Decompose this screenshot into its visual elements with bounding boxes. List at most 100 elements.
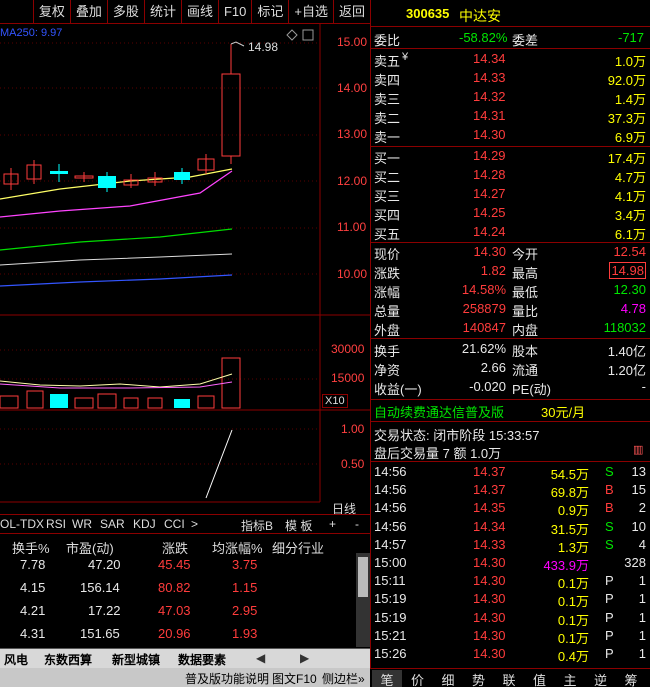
- sector-tab-xinxingchengzhen[interactable]: 新型城镇: [112, 651, 160, 668]
- chart-icon[interactable]: ▥: [633, 443, 643, 456]
- tick-row[interactable]: 14:56 14.34 31.5万 S 10: [371, 519, 650, 537]
- ind-tab-zhibiaob[interactable]: 指标B: [241, 517, 273, 534]
- ma-line-250: [0, 274, 233, 287]
- toolbar-fuquan[interactable]: 复权: [32, 0, 70, 24]
- detail-tab[interactable]: 值: [525, 670, 555, 687]
- toolbar-add-watchlist[interactable]: +自选: [288, 0, 333, 24]
- detail-tab[interactable]: 价: [403, 670, 433, 687]
- bid-row[interactable]: 买三 14.27 4.1万: [371, 186, 650, 204]
- sector-tab-fengdian[interactable]: 风电: [4, 651, 28, 668]
- col-avg-change[interactable]: 均涨幅%: [212, 538, 263, 557]
- sector-tab-dongshuxisuan[interactable]: 东数西算: [44, 651, 92, 668]
- tick-row[interactable]: 15:21 14.30 0.1万 P 1: [371, 628, 650, 646]
- tick-row[interactable]: 14:56 14.37 69.8万 B 15: [371, 482, 650, 500]
- tick-row[interactable]: 15:19 14.30 0.1万 P 1: [371, 591, 650, 609]
- detail-tab[interactable]: 势: [464, 670, 494, 687]
- col-change[interactable]: 涨跌: [162, 538, 188, 557]
- ind-tab-more[interactable]: >: [191, 517, 198, 531]
- ind-tab-kdj[interactable]: KDJ: [133, 517, 156, 531]
- bid-row[interactable]: 买五 14.24 6.1万: [371, 224, 650, 242]
- weibi-row: 委比 -58.82% 委差 -717: [374, 30, 645, 48]
- stat-row: 涨幅 14.58% 最低 12.30: [374, 282, 646, 300]
- table-row[interactable]: 4.15 156.14 80.82 1.15: [0, 580, 356, 600]
- ask-row[interactable]: 卖四 14.33 92.0万: [371, 70, 650, 88]
- detail-tab[interactable]: 联: [494, 670, 524, 687]
- toolbar-back[interactable]: 返回: [332, 0, 370, 24]
- price-axis-10: 10.00: [337, 267, 368, 281]
- col-turnover[interactable]: 换手%: [12, 538, 50, 557]
- stat2-row: 净资 2.66 流通 1.20亿: [374, 360, 646, 378]
- status-sidebar-link[interactable]: 侧边栏»: [322, 670, 365, 687]
- detail-tab[interactable]: 筹: [616, 670, 646, 687]
- col-pe[interactable]: 市盈(动): [66, 538, 114, 557]
- stock-code: 300635: [406, 6, 450, 21]
- ind-tab-wr[interactable]: WR: [72, 517, 92, 531]
- quote-header: 300635 中达安: [371, 6, 650, 24]
- price-axis-15: 15.00: [337, 35, 368, 49]
- indicator-tabs: OL-TDX RSI WR SAR KDJ CCI > 指标B 模 板 + -: [0, 514, 370, 534]
- toolbar-tongji[interactable]: 统计: [143, 0, 181, 24]
- kline-chart-area[interactable]: MA250: 9.97 14.98 15.00 14.00 13.00 12.0…: [0, 24, 370, 516]
- tick-row[interactable]: 15:26 14.30 0.4万 P 1: [371, 646, 650, 664]
- price-axis-11: 11.00: [337, 220, 367, 234]
- kline-svg: [0, 24, 370, 503]
- chart-toolbar: 复权 叠加 多股 统计 画线 F10 标记 +自选 返回: [0, 0, 370, 24]
- tick-row[interactable]: 15:00 14.30 433.9万 328: [371, 555, 650, 573]
- tick-row[interactable]: 14:56 14.35 0.9万 B 2: [371, 500, 650, 518]
- price-axis-14: 14.00: [337, 81, 368, 95]
- stat2-row: 换手 21.62% 股本 1.40亿: [374, 341, 646, 359]
- ask-row[interactable]: 卖五 ¥14.34 1.0万: [371, 51, 650, 69]
- toolbar-diejia[interactable]: 叠加: [69, 0, 107, 24]
- ask-row[interactable]: 卖三 14.32 1.4万: [371, 89, 650, 107]
- sector-tab-shujuyaosu[interactable]: 数据要素: [178, 651, 226, 668]
- ind-tab-template[interactable]: 模 板: [285, 517, 312, 534]
- detail-tab[interactable]: 逆: [586, 670, 616, 687]
- tick-row[interactable]: 15:19 14.30 0.1万 P 1: [371, 610, 650, 628]
- ind-tab-cci[interactable]: CCI: [164, 517, 185, 531]
- ind-tab-minus[interactable]: -: [355, 517, 359, 531]
- ind-axis-1: 1.00: [341, 422, 365, 436]
- col-industry[interactable]: 细分行业: [272, 538, 324, 557]
- toolbar-f10[interactable]: F10: [217, 0, 251, 24]
- detail-tab[interactable]: 细: [433, 670, 463, 687]
- ind-tab-tdx[interactable]: OL-TDX: [0, 517, 44, 531]
- toolbar-huaxian[interactable]: 画线: [180, 0, 218, 24]
- sector-tabs: 风电 东数西算 新型城镇 数据要素 ◀ ▶: [0, 648, 370, 668]
- scroll-right-icon[interactable]: ▶: [300, 651, 309, 665]
- vol-unit-label: X10: [322, 394, 348, 408]
- tick-row[interactable]: 14:56 14.37 54.5万 S 13: [371, 464, 650, 482]
- stat-row: 现价 14.30 今开 12.54: [374, 244, 646, 262]
- detail-tab[interactable]: 笔: [372, 670, 402, 687]
- table-row[interactable]: 7.78 47.20 45.45 3.75: [0, 557, 356, 577]
- status-help-link[interactable]: 普及版功能说明: [185, 670, 269, 687]
- ask-row[interactable]: 卖二 14.31 37.3万: [371, 108, 650, 126]
- bid-row[interactable]: 买四 14.25 3.4万: [371, 205, 650, 223]
- bid-row[interactable]: 买一 14.29 17.4万: [371, 148, 650, 166]
- ask-row[interactable]: 卖一 14.30 6.9万: [371, 127, 650, 145]
- status-f10-link[interactable]: 图文F10: [272, 670, 317, 687]
- ind-tab-rsi[interactable]: RSI: [46, 517, 66, 531]
- sector-table: 换手% 市盈(动) 涨跌 均涨幅% 细分行业 7.78 47.20 45.45 …: [0, 535, 370, 647]
- ind-tab-sar[interactable]: SAR: [100, 517, 125, 531]
- ind-tab-plus[interactable]: +: [329, 517, 336, 531]
- toolbar-biaoji[interactable]: 标记: [251, 0, 288, 24]
- table-row[interactable]: 4.21 17.22 47.03 2.95: [0, 603, 356, 623]
- detail-tabs: 笔价细势联值主逆筹: [370, 668, 650, 687]
- price-axis-12: 12.00: [337, 174, 368, 188]
- ma-line-60: [0, 253, 233, 266]
- status-bar: 普及版功能说明 图文F10 侧边栏»: [0, 668, 370, 687]
- bid-row[interactable]: 买二 14.28 4.7万: [371, 167, 650, 185]
- promo-row[interactable]: 自动续费通达信普及版 30元/月: [371, 402, 650, 420]
- stat-row: 总量 258879 量比 4.78: [374, 301, 646, 319]
- vol-ma-line: [0, 373, 233, 388]
- table-row[interactable]: 4.31 151.65 20.96 1.93: [0, 626, 356, 646]
- stat-row: 涨跌 1.82 最高 14.98: [374, 262, 646, 281]
- table-scrollbar[interactable]: [356, 553, 370, 647]
- toolbar-duogu[interactable]: 多股: [106, 0, 144, 24]
- stock-name: 中达安: [459, 8, 501, 24]
- detail-tab[interactable]: 主: [555, 670, 585, 687]
- scroll-left-icon[interactable]: ◀: [256, 651, 265, 665]
- tick-row[interactable]: 15:11 14.30 0.1万 P 1: [371, 573, 650, 591]
- candles: [3, 44, 241, 192]
- tick-row[interactable]: 14:57 14.33 1.3万 S 4: [371, 537, 650, 555]
